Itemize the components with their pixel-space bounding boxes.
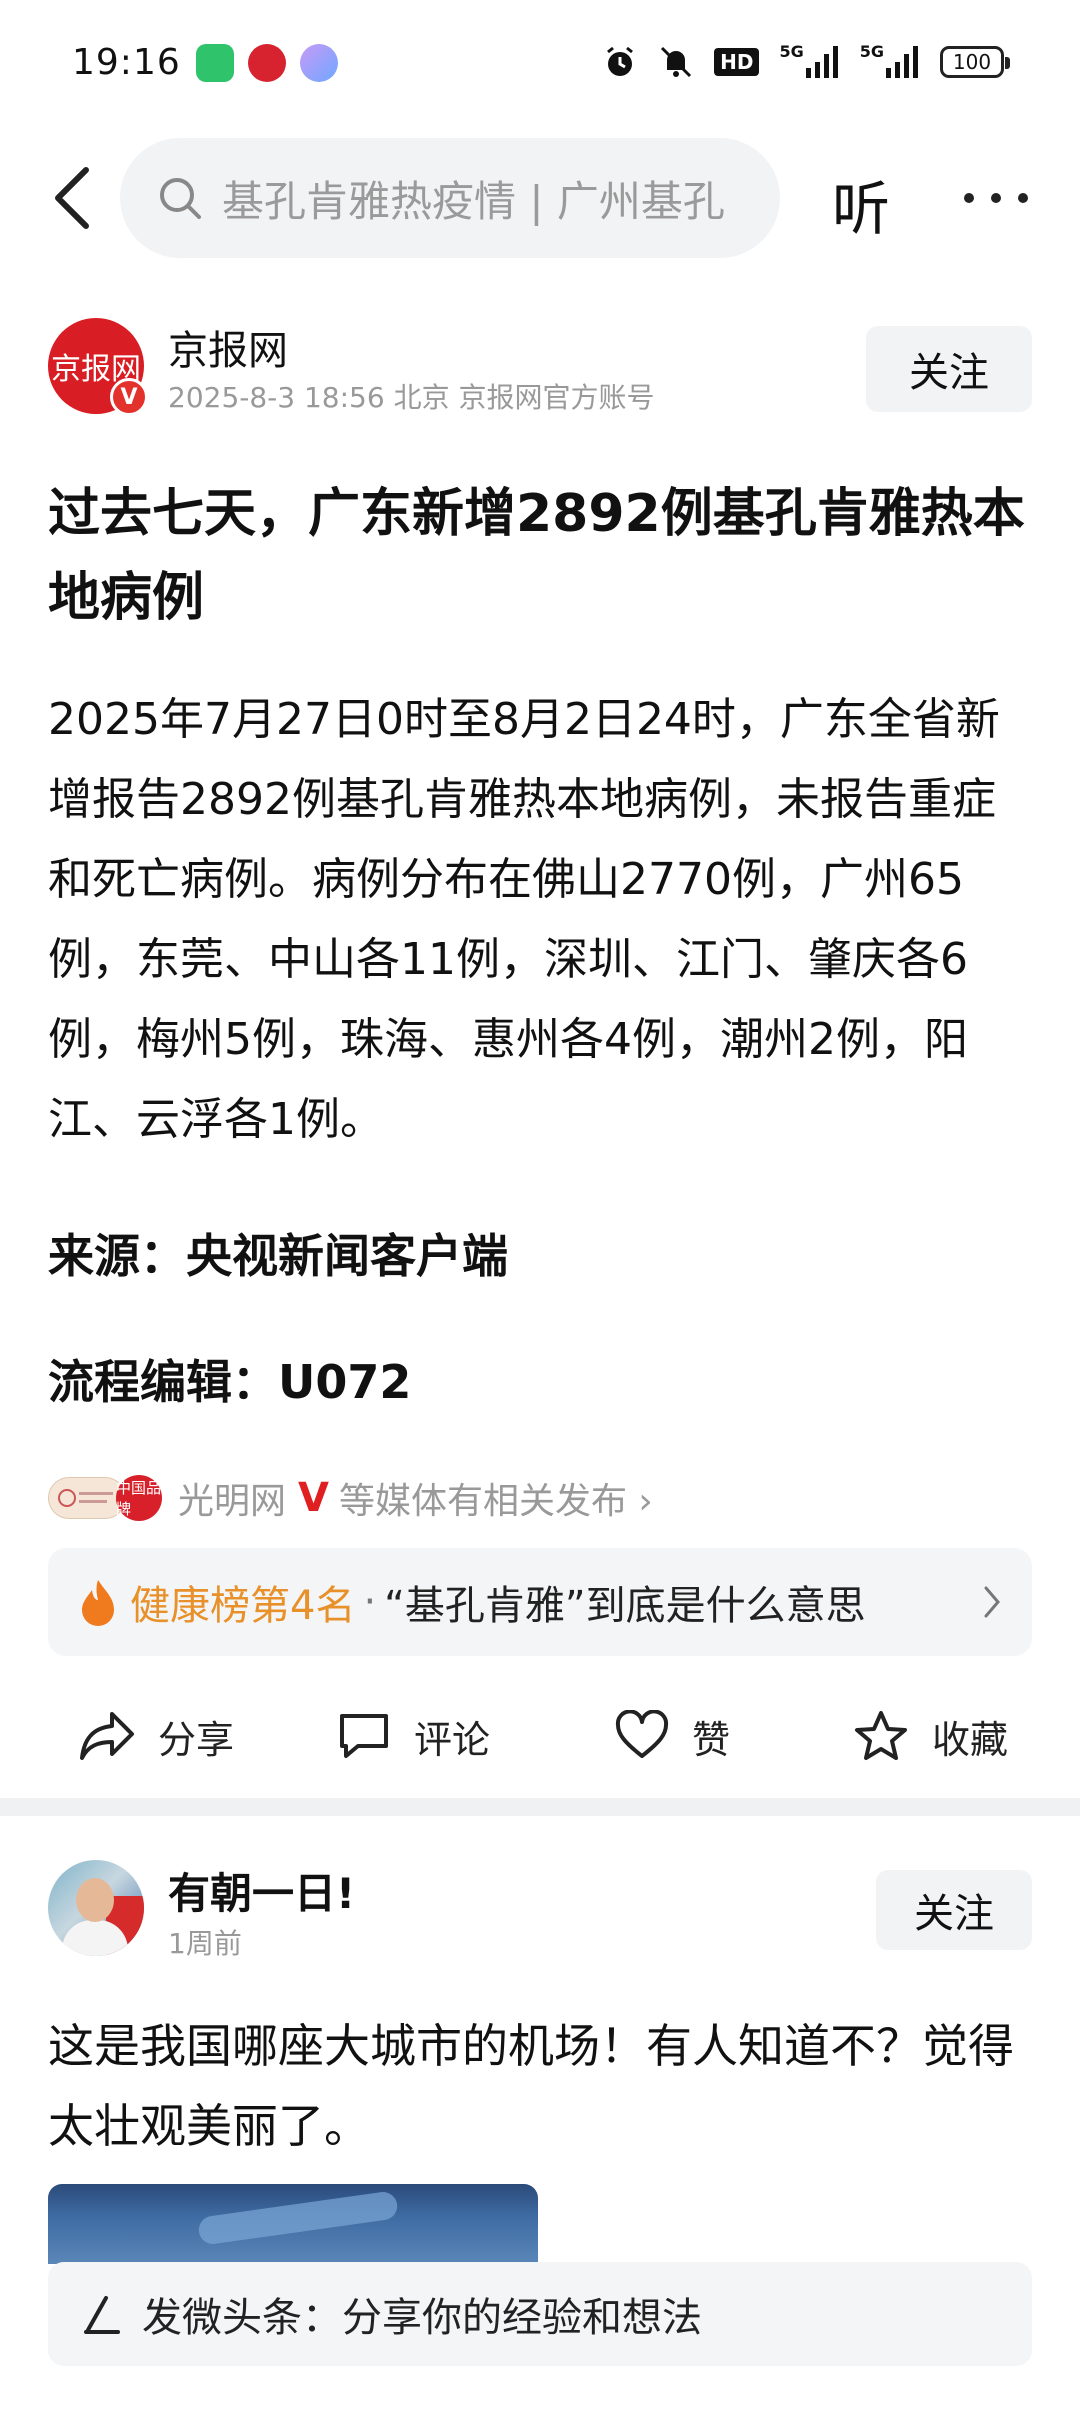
post-follow-button[interactable]: 关注 xyxy=(876,1870,1032,1950)
star-icon xyxy=(855,1711,907,1760)
search-input[interactable]: 基孔肯雅热疫情 | 广州基孔 xyxy=(120,138,780,258)
article-body: 2025年7月27日0时至8月2日24时，广东全省新增报告2892例基孔肯雅热本… xyxy=(48,694,1000,1145)
status-bar: 19:16 HD 5G 5G 100 xyxy=(0,0,1080,130)
signal-2-icon: 5G xyxy=(860,42,920,82)
heart-icon xyxy=(615,1710,669,1758)
comment-icon xyxy=(340,1714,388,1758)
related-media-name: 光明网 xyxy=(178,1481,287,1522)
search-query: 基孔肯雅热疫情 | 广州基孔 xyxy=(222,176,725,226)
chevron-right-icon xyxy=(984,1586,1000,1618)
post-image[interactable] xyxy=(48,2184,538,2264)
post-time: 1周前 xyxy=(168,1927,242,1960)
hot-topic-text: “基孔肯雅”到底是什么意思 xyxy=(384,1583,866,1629)
dot-icon xyxy=(964,193,974,203)
post-avatar[interactable] xyxy=(48,1860,144,1956)
back-arrow-icon xyxy=(55,167,89,229)
china-brand-logo: 中国品牌 xyxy=(116,1475,162,1521)
dot-icon xyxy=(1018,193,1028,203)
dot-icon xyxy=(991,193,1001,203)
related-media-text: 等媒体有相关发布 › xyxy=(338,1481,653,1522)
pen-icon xyxy=(84,2296,120,2334)
share-label: 分享 xyxy=(158,1717,235,1762)
alarm-icon xyxy=(602,42,638,82)
like-label: 赞 xyxy=(692,1717,731,1762)
article-source: 来源：央视新闻客户端 xyxy=(48,1229,508,1283)
compose-placeholder: 发微头条：分享你的经验和想法 xyxy=(142,2295,702,2341)
section-divider xyxy=(0,1798,1080,1816)
status-time: 19:16 xyxy=(72,42,181,83)
signal-1-icon: 5G xyxy=(779,42,839,82)
article-editor: 流程编辑：U072 xyxy=(48,1355,412,1409)
post-text[interactable]: 这是我国哪座大城市的机场！有人知道不？觉得太壮观美丽了。 xyxy=(48,2006,1038,2166)
like-button[interactable]: 赞 xyxy=(614,1706,730,1766)
related-media-link[interactable]: 中国品牌 光明网 V 等媒体有相关发布 › xyxy=(48,1470,653,1526)
wallet-app-icon xyxy=(196,44,234,82)
author-meta: 2025-8-3 18:56 北京 京报网官方账号 xyxy=(168,381,655,414)
compose-bar[interactable]: 发微头条：分享你的经验和想法 xyxy=(48,2262,1032,2366)
listen-button[interactable]: 听 xyxy=(832,162,890,246)
favorite-label: 收藏 xyxy=(932,1717,1009,1762)
notification-icons xyxy=(196,44,338,82)
bank-app-icon xyxy=(248,44,286,82)
back-button[interactable] xyxy=(44,166,104,230)
favorite-button[interactable]: 收藏 xyxy=(852,1706,1008,1766)
comment-button[interactable]: 评论 xyxy=(336,1706,490,1766)
author-name[interactable]: 京报网 xyxy=(168,318,288,376)
verified-v-icon: V xyxy=(110,378,148,416)
hot-rank-label: 健康榜第4名 xyxy=(130,1583,356,1629)
avatar-face xyxy=(76,1878,114,1922)
search-icon xyxy=(160,178,201,219)
verified-v-mark: V xyxy=(298,1475,329,1521)
comment-label: 评论 xyxy=(414,1717,491,1762)
more-options-button[interactable] xyxy=(964,168,1028,228)
flame-icon xyxy=(82,1580,114,1626)
assistant-app-icon xyxy=(300,44,338,82)
media-logo-icon xyxy=(48,1477,126,1519)
article-title: 过去七天，广东新增2892例基孔肯雅热本地病例 xyxy=(48,484,1025,628)
post-header: 有朝一日! 1周前 关注 xyxy=(48,1860,1032,1960)
mute-icon xyxy=(658,42,694,82)
hot-list-card[interactable]: 健康榜第4名 · “基孔肯雅”到底是什么意思 xyxy=(48,1548,1032,1656)
battery-icon: 100 xyxy=(940,46,1010,78)
action-bar: 分享 评论 赞 收藏 xyxy=(0,1686,1080,1786)
post-author-name[interactable]: 有朝一日! xyxy=(168,1860,355,1921)
follow-button[interactable]: 关注 xyxy=(866,326,1032,412)
image-river-shape xyxy=(197,2190,399,2246)
status-indicators: HD 5G 5G 100 xyxy=(602,42,1010,82)
share-icon xyxy=(80,1712,134,1760)
hot-separator: · xyxy=(363,1579,377,1625)
author-row: 京报网 V 京报网 2025-8-3 18:56 北京 京报网官方账号 关注 xyxy=(48,318,1032,418)
top-nav: 基孔肯雅热疫情 | 广州基孔 听 xyxy=(0,138,1080,258)
hd-icon: HD xyxy=(714,42,760,82)
share-button[interactable]: 分享 xyxy=(78,1706,234,1766)
